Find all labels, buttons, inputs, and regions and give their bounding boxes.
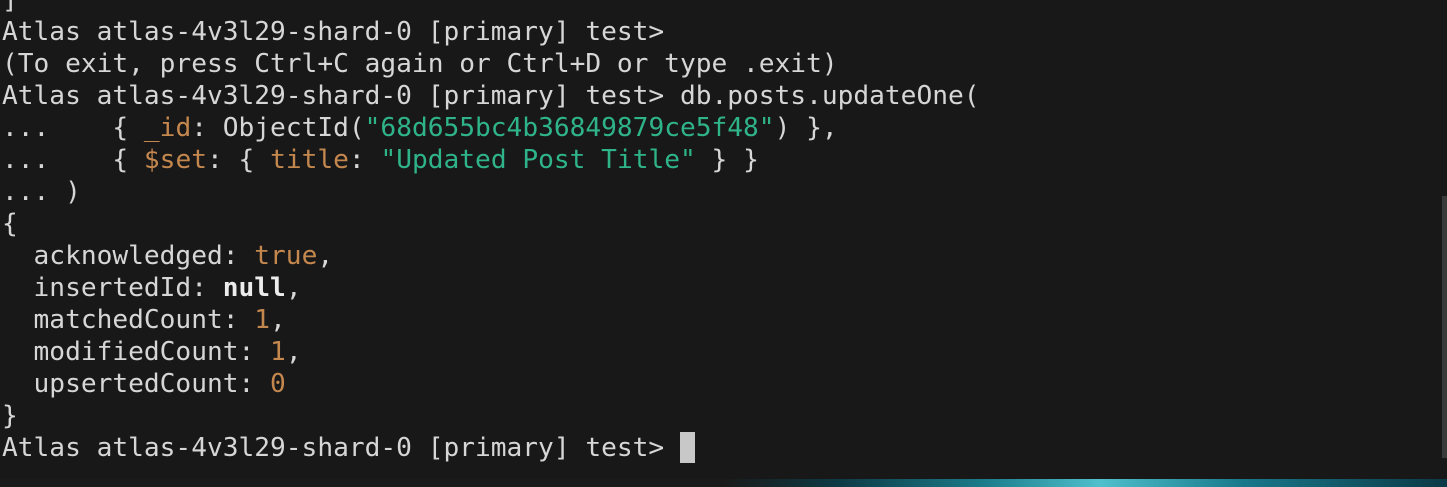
terminal-text-plain: Atlas atlas-4v3l29-shard-0 [primary] tes… — [2, 433, 680, 463]
terminal-text-plain: matchedCount: — [2, 305, 255, 335]
terminal-text-plain: } } — [695, 145, 759, 175]
terminal-text-key: $set — [143, 145, 207, 175]
terminal-text-literal: 1 — [254, 305, 271, 335]
terminal-line: Atlas atlas-4v3l29-shard-0 [primary] tes… — [2, 80, 980, 112]
terminal-text-plain: ... ) — [2, 177, 81, 207]
terminal-line: (To exit, press Ctrl+C again or Ctrl+D o… — [2, 48, 980, 80]
text-cursor[interactable] — [679, 432, 695, 463]
terminal-text-literal: true — [254, 241, 318, 271]
terminal-line: ] — [2, 0, 980, 16]
terminal-text-key: title — [270, 145, 349, 175]
terminal-line: } — [2, 400, 980, 432]
terminal-text-plain: } — [2, 401, 18, 431]
terminal-text-plain: (To exit, press Ctrl+C again or Ctrl+D o… — [2, 49, 838, 79]
terminal-text-plain: acknowledged: — [2, 241, 255, 271]
terminal-line: modifiedCount: 1, — [2, 336, 980, 368]
terminal-line: ... { $set: { title: "Updated Post Title… — [2, 144, 980, 176]
terminal-text-string: "68d655bc4b36849879ce5f48" — [364, 113, 775, 143]
terminal-line: acknowledged: true, — [2, 240, 980, 272]
terminal-output: ] Atlas atlas-4v3l29-shard-0 [primary] te… — [2, 0, 980, 464]
terminal-text-literal: 0 — [270, 369, 286, 399]
terminal-text-plain: { — [2, 209, 18, 239]
terminal-line: upsertedCount: 0 — [2, 368, 980, 400]
terminal-text-plain: upsertedCount: — [2, 369, 271, 399]
terminal-text-plain: , — [285, 273, 302, 303]
terminal-window[interactable]: ] Atlas atlas-4v3l29-shard-0 [primary] te… — [0, 0, 1447, 487]
terminal-text-plain: , — [317, 241, 334, 271]
terminal-text-plain: insertedId: — [2, 273, 223, 303]
terminal-text-literal: 1 — [270, 337, 286, 367]
terminal-line: ... { _id: ObjectId("68d655bc4b36849879c… — [2, 112, 980, 144]
terminal-text-plain: ] — [2, 0, 18, 15]
terminal-text-plain: , — [285, 337, 302, 367]
terminal-text-plain: Atlas atlas-4v3l29-shard-0 [primary] tes… — [2, 17, 665, 47]
terminal-text-plain: ... { — [2, 113, 144, 143]
desktop-background-strip — [0, 479, 1447, 487]
terminal-text-key: _id — [143, 113, 192, 143]
terminal-text-plain: ... { — [2, 145, 144, 175]
terminal-line: Atlas atlas-4v3l29-shard-0 [primary] tes… — [2, 16, 980, 48]
terminal-text-plain: modifiedCount: — [2, 337, 271, 367]
terminal-text-plain: ) }, — [774, 113, 838, 143]
terminal-text-plain: Atlas atlas-4v3l29-shard-0 [primary] tes… — [2, 81, 980, 111]
terminal-text-plain: : — [348, 145, 381, 175]
terminal-line: insertedId: null, — [2, 272, 980, 304]
terminal-text-string: "Updated Post Title" — [380, 145, 696, 175]
terminal-text-bold: null — [222, 273, 286, 303]
terminal-text-plain: : ObjectId( — [191, 113, 365, 143]
scrollbar[interactable] — [1442, 196, 1447, 458]
terminal-line: { — [2, 208, 980, 240]
terminal-text-plain: : { — [206, 145, 271, 175]
terminal-line: ... ) — [2, 176, 980, 208]
terminal-line: matchedCount: 1, — [2, 304, 980, 336]
terminal-text-plain: , — [270, 305, 286, 335]
prompt-line: Atlas atlas-4v3l29-shard-0 [primary] tes… — [2, 432, 980, 464]
